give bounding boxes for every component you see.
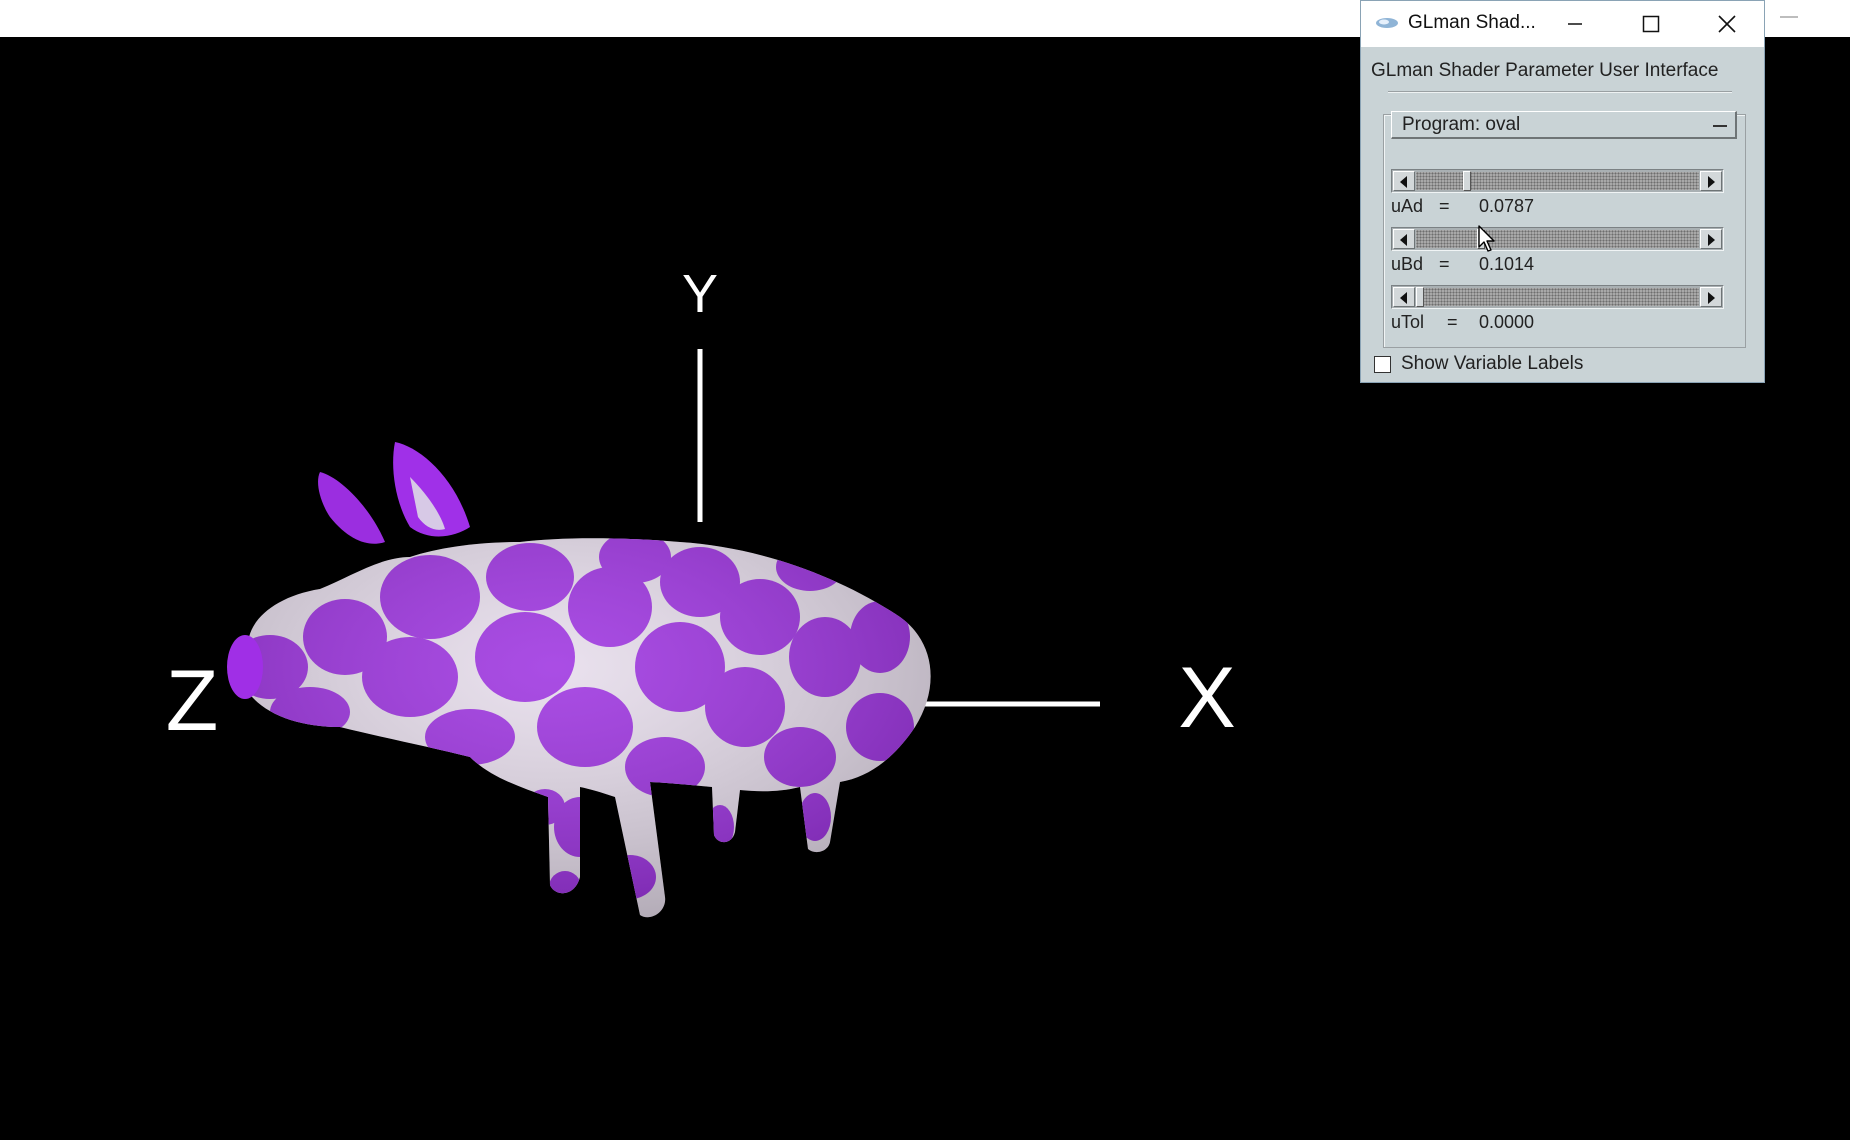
- mouse-cursor-icon: [1478, 225, 1495, 252]
- uad-equals: =: [1439, 196, 1450, 216]
- program-label: Program: oval: [1402, 114, 1521, 135]
- uad-value: 0.0787: [1479, 196, 1535, 216]
- uad-slider-trough[interactable]: [1416, 172, 1699, 190]
- ubd-equals: =: [1439, 254, 1450, 274]
- y-axis-label: Y: [682, 264, 718, 324]
- show-variable-labels-checkbox[interactable]: [1374, 356, 1391, 373]
- ubd-value: 0.1014: [1479, 254, 1535, 274]
- utol-name: uTol: [1391, 312, 1425, 332]
- ubd-increment-arrow[interactable]: [1700, 229, 1722, 249]
- uad-slider-thumb[interactable]: [1463, 171, 1472, 191]
- ubd-slider[interactable]: [1391, 227, 1724, 251]
- program-rollout[interactable]: Program: oval: [1391, 111, 1737, 139]
- utol-decrement-arrow[interactable]: [1393, 287, 1415, 307]
- heading-divider: [1388, 91, 1732, 93]
- close-button[interactable]: [1691, 1, 1763, 47]
- pig-model: [227, 442, 931, 918]
- uad-increment-arrow[interactable]: [1700, 171, 1722, 191]
- screen: Y X Z GLman Shad... GLman Shader Paramet…: [0, 0, 1850, 1140]
- maximize-button[interactable]: [1615, 1, 1687, 47]
- pig-snout: [227, 635, 263, 699]
- show-variable-labels-label[interactable]: Show Variable Labels: [1401, 353, 1583, 375]
- uad-slider[interactable]: [1391, 169, 1724, 193]
- close-icon: [1718, 15, 1736, 33]
- minimize-button[interactable]: [1539, 1, 1611, 47]
- utol-value: 0.0000: [1479, 312, 1535, 332]
- z-axis-label: Z: [166, 653, 219, 749]
- utol-slider-thumb[interactable]: [1416, 287, 1424, 307]
- glman-app-icon: [1376, 18, 1398, 28]
- ui-heading: GLman Shader Parameter User Interface: [1371, 60, 1719, 81]
- dialog-title: GLman Shad...: [1408, 12, 1536, 33]
- host-minimize-icon[interactable]: [1780, 16, 1798, 18]
- utol-slider[interactable]: [1391, 285, 1724, 309]
- x-axis-label: X: [1178, 650, 1235, 746]
- ubd-decrement-arrow[interactable]: [1393, 229, 1415, 249]
- dialog-titlebar[interactable]: GLman Shad...: [1361, 1, 1764, 47]
- utol-slider-trough[interactable]: [1416, 288, 1699, 306]
- minimize-icon: [1568, 23, 1582, 25]
- maximize-icon: [1642, 15, 1660, 33]
- utol-increment-arrow[interactable]: [1700, 287, 1722, 307]
- ubd-name: uBd: [1391, 254, 1424, 274]
- collapse-icon[interactable]: [1713, 125, 1727, 127]
- pig-ear-back: [318, 472, 385, 544]
- uad-name: uAd: [1391, 196, 1424, 216]
- utol-equals: =: [1447, 312, 1458, 332]
- glman-dialog: GLman Shad... GLman Shader Parameter Use…: [1360, 0, 1765, 383]
- ubd-slider-trough[interactable]: [1416, 230, 1699, 248]
- uad-decrement-arrow[interactable]: [1393, 171, 1415, 191]
